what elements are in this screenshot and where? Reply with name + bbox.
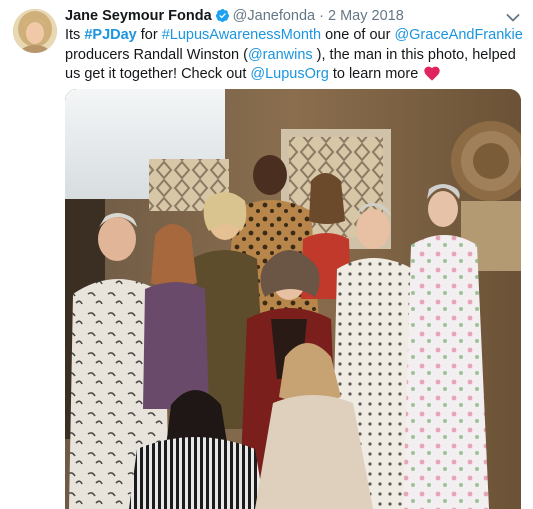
mention-ranwins-link[interactable]: @ranwins: [248, 47, 313, 63]
group-photo-image: [65, 89, 521, 509]
tweet-text-part: Its: [65, 27, 85, 43]
tweet-date[interactable]: 2 May 2018: [328, 8, 404, 24]
tweet-header: Jane Seymour Fonda @Janefonda · 2 May 201…: [65, 6, 503, 26]
tweet-text-part: producers Randall Winston (: [65, 46, 248, 63]
heart-icon: [424, 66, 440, 88]
author-handle[interactable]: @Janefonda: [233, 8, 315, 24]
header-separator: ·: [319, 8, 324, 24]
tweet-text-part: one of our: [321, 27, 395, 43]
tweet-photo[interactable]: [65, 89, 521, 509]
mention-graceandfrankie-link[interactable]: @GraceAndFrankie: [394, 27, 522, 43]
mention-lupusorg-link[interactable]: @LupusOrg: [250, 66, 328, 82]
hashtag-lupusawarenessmonth-link[interactable]: #LupusAwarenessMonth: [162, 27, 321, 43]
hashtag-pjday-link[interactable]: #PJDay: [84, 27, 136, 43]
tweet-text-part: for: [136, 27, 162, 43]
tweet-text: Its #PJDay for #LupusAwarenessMonth one …: [65, 26, 525, 88]
author-avatar[interactable]: [13, 9, 57, 53]
tweet-text-part: to learn more: [328, 66, 423, 82]
author-name[interactable]: Jane Seymour Fonda: [65, 8, 212, 24]
tweet[interactable]: Jane Seymour Fonda @Janefonda · 2 May 201…: [0, 0, 533, 509]
